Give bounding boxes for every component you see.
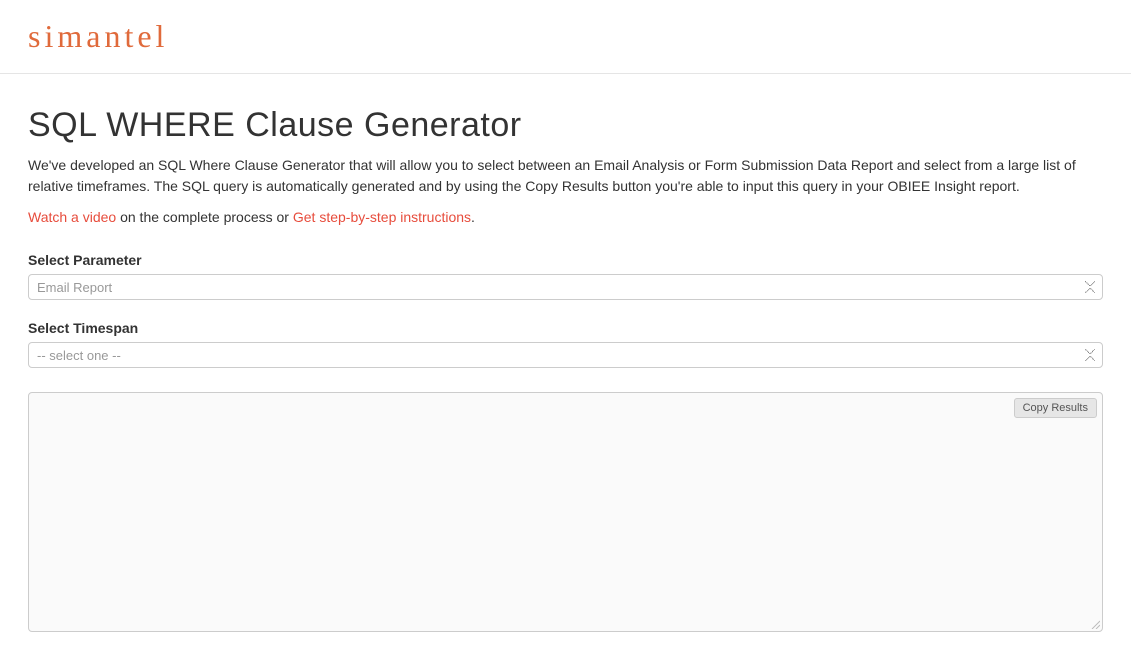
copy-results-button[interactable]: Copy Results	[1014, 398, 1097, 418]
results-box: Copy Results	[28, 392, 1103, 632]
secondary-tail: .	[471, 209, 475, 225]
logo: SIMANTEL	[28, 18, 1131, 55]
secondary-mid1: on the complete process or	[116, 209, 293, 225]
parameter-select-wrap: Email Report	[28, 274, 1103, 300]
parameter-select[interactable]: Email Report	[28, 274, 1103, 300]
main-container: SQL WHERE Clause Generator We've develop…	[0, 74, 1131, 652]
parameter-group: Select Parameter Email Report	[28, 252, 1103, 300]
timespan-select-wrap: -- select one --	[28, 342, 1103, 368]
instructions-link[interactable]: Get step-by-step instructions	[293, 209, 471, 225]
header: SIMANTEL	[0, 0, 1131, 74]
page-title: SQL WHERE Clause Generator	[28, 106, 1103, 145]
intro-text: We've developed an SQL Where Clause Gene…	[28, 155, 1103, 197]
secondary-text: Watch a video on the complete process or…	[28, 207, 1103, 228]
timespan-group: Select Timespan -- select one --	[28, 320, 1103, 368]
timespan-label: Select Timespan	[28, 320, 1103, 336]
results-textarea[interactable]	[29, 393, 1102, 631]
watch-video-link[interactable]: Watch a video	[28, 209, 116, 225]
timespan-select[interactable]: -- select one --	[28, 342, 1103, 368]
parameter-label: Select Parameter	[28, 252, 1103, 268]
